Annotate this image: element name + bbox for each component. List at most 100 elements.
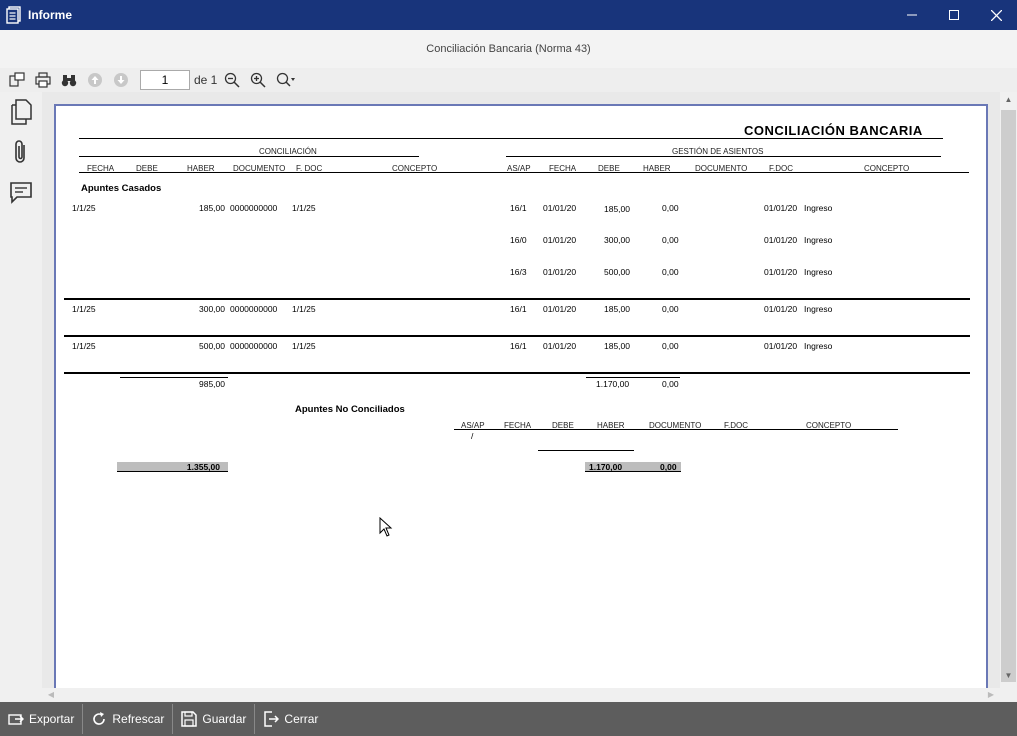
attachments-panel-button[interactable] [0,132,42,172]
cerrar-button[interactable]: Cerrar [255,704,326,734]
cas1r3-fecha: 01/01/20 [543,267,577,277]
report-title: CONCILIACIÓN BANCARIA [744,123,923,138]
nc-total-rule [538,450,634,451]
group-separator [64,335,970,337]
viewer-toolbar: 1 de 1 [0,68,1017,92]
subtotal-rule-left [120,377,228,378]
cas2-documento: 0000000000 [230,304,278,314]
next-page-button[interactable] [110,69,132,91]
cas1r2-concepto: Ingreso [804,235,833,245]
cas1r1-asap: 16/1 [510,203,527,213]
side-panel [0,92,42,688]
cas2r1-fdoc: 01/01/20 [764,304,798,314]
cas3-fdoc: 1/1/25 [292,341,316,351]
comments-panel-button[interactable] [0,172,42,212]
zoom-out-icon [225,72,240,88]
guardar-label: Guardar [202,712,247,726]
guardar-button[interactable]: Guardar [173,704,256,734]
arrow-up-icon [88,73,102,87]
mouse-cursor-icon [379,517,393,537]
cas1r2-haber: 0,00 [662,235,679,245]
zoom-in-icon [251,72,266,88]
cas2-haber: 300,00 [199,304,225,314]
refrescar-button[interactable]: Refrescar [83,704,174,734]
close-button[interactable] [975,0,1017,30]
total-left: 1.355,00 [186,462,220,472]
cas3r1-fdoc: 01/01/20 [764,341,798,351]
vertical-scrollbar[interactable]: ▲ ▼ [1000,92,1017,688]
cas3-documento: 0000000000 [230,341,278,351]
page-setup-button[interactable] [6,69,28,91]
minimize-icon [907,14,917,16]
cas3r1-concepto: Ingreso [804,341,833,351]
cas1r3-debe: 500,00 [604,267,630,277]
nc-header-rule [454,429,898,430]
group-separator [64,372,970,374]
zoom-in-button[interactable] [247,69,269,91]
section-rule-right [506,156,941,157]
exit-icon [264,711,280,727]
zoom-menu-icon [277,72,296,87]
cas3r1-fecha: 01/01/20 [543,341,577,351]
report-page: CONCILIACIÓN BANCARIA CONCILIACIÓN GESTI… [54,104,988,688]
cas1r3-asap: 16/3 [510,267,527,277]
cas1-fecha: 1/1/25 [72,203,96,213]
find-button[interactable] [58,69,80,91]
cas2r1-haber: 0,00 [662,304,679,314]
cas1r1-fdoc: 01/01/20 [764,203,798,213]
zoom-dropdown-button[interactable] [273,69,299,91]
horizontal-scrollbar[interactable]: ◀ ▶ [42,688,1000,702]
report-subtitle: Conciliación Bancaria (Norma 43) [0,30,1017,68]
cas2r1-debe: 185,00 [604,304,630,314]
pages-icon [11,99,32,125]
exportar-button[interactable]: Exportar [0,704,84,734]
section-rule-left [79,156,419,157]
arrow-down-icon [114,73,128,87]
paperclip-icon [15,140,25,163]
page-count-label: de 1 [194,73,218,87]
total-debe-right: 1.170,00 [589,462,623,472]
scroll-up-icon[interactable]: ▲ [1000,92,1017,108]
group-casados: Apuntes Casados [81,183,162,194]
subtotal-haber-left: 985,00 [199,379,225,389]
document-viewer[interactable]: CONCILIACIÓN BANCARIA CONCILIACIÓN GESTI… [42,92,1000,688]
cas2-fecha: 1/1/25 [72,304,96,314]
refrescar-label: Refrescar [112,712,165,726]
page-setup-icon [9,72,25,87]
cas1r1-fecha: 01/01/20 [543,203,577,213]
section-conciliacion: CONCILIACIÓN [259,147,317,156]
title-bar: Informe [0,0,1017,30]
close-icon [990,9,1002,21]
title-rule [79,138,943,139]
minimize-button[interactable] [891,0,933,30]
cas3-haber: 500,00 [199,341,225,351]
previous-page-button[interactable] [84,69,106,91]
cas2r1-asap: 16/1 [510,304,527,314]
page-number-input[interactable]: 1 [140,70,190,90]
cas3r1-asap: 16/1 [510,341,527,351]
cas1r1-haber: 0,00 [662,203,679,213]
cas2r1-fecha: 01/01/20 [543,304,577,314]
zoom-out-button[interactable] [221,69,243,91]
report-icon [6,6,21,24]
cas1r3-fdoc: 01/01/20 [764,267,798,277]
cas1-fdoc: 1/1/25 [292,203,316,213]
scroll-right-icon[interactable]: ▶ [984,688,998,702]
cas1r2-fdoc: 01/01/20 [764,235,798,245]
group-separator [64,298,970,300]
cas3-fecha: 1/1/25 [72,341,96,351]
total-haber-right: 0,00 [660,462,677,472]
scroll-thumb[interactable] [1001,110,1016,682]
maximize-button[interactable] [933,0,975,30]
cas1-documento: 0000000000 [230,203,278,213]
pages-panel-button[interactable] [0,92,42,132]
nc-slash: / [471,431,474,441]
window-title: Informe [28,8,73,22]
save-icon [181,711,198,727]
scroll-down-icon[interactable]: ▼ [1000,668,1017,684]
exportar-label: Exportar [29,712,75,726]
scroll-left-icon[interactable]: ◀ [44,688,58,702]
print-icon [35,72,51,88]
print-button[interactable] [32,69,54,91]
subtotal-haber-right: 0,00 [662,379,679,389]
